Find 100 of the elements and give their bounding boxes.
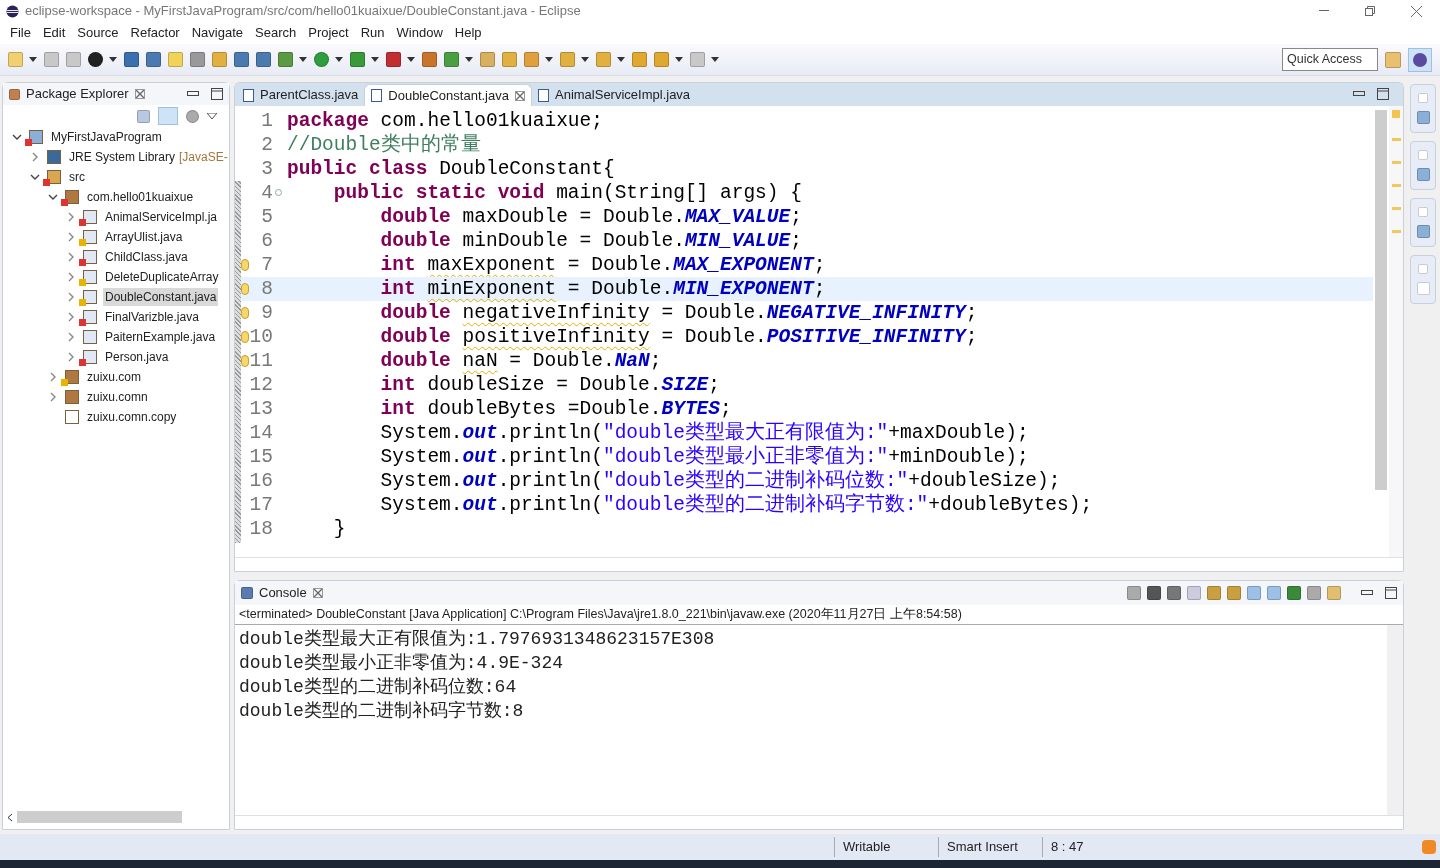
minimize-icon[interactable] [1353,91,1365,97]
menu-item[interactable]: Project [302,23,355,43]
editor-tab[interactable]: ParentClass.java [237,84,365,106]
minimized-stack[interactable] [1410,255,1436,304]
tree-item[interactable]: DoubleConstant.java [103,288,219,306]
tree-item[interactable]: com.hello01kuaixue [85,188,196,206]
minimize-window-icon[interactable] [1319,10,1329,12]
caret-icon[interactable] [545,57,553,62]
caret-icon[interactable] [407,57,415,62]
tree-item[interactable]: ChildClass.java [103,248,190,266]
java-file-icon [83,290,97,304]
console-output-line: double类型的二进制补码位数:64 [239,676,518,699]
code-line: 18 } [248,517,347,541]
tree-item[interactable]: zuixu.com [85,368,144,386]
menu-item[interactable]: Source [71,23,125,43]
restore-window-icon[interactable] [1365,6,1375,16]
tree-item-suffix: [JavaSE- [179,149,228,166]
close-tab-icon[interactable] [515,90,525,101]
tree-item[interactable]: zuixu.comn [85,388,150,406]
menu-item[interactable]: Help [448,23,488,43]
quick-access-field[interactable]: Quick Access [1282,48,1378,71]
java-file-icon [83,350,97,364]
menu-item[interactable]: Window [390,23,449,43]
line-number: 7 [260,253,273,277]
line-number: 4 [249,181,273,205]
minimized-stack[interactable] [1410,198,1436,247]
code-line: 4 public static void main(String[] args) { [241,181,1373,205]
caret-icon[interactable] [465,57,473,62]
minimize-icon[interactable] [187,91,199,97]
code-line: 9 double negativeInfinity = Double.NEGATIVE_INFINITY; [241,301,1373,325]
code-line: 15 System.out.println("double类型最小正非零值为:"+minDouble); [248,445,1030,469]
caret-icon[interactable] [711,57,719,62]
tree-item[interactable]: zuixu.comn.copy [85,408,179,426]
maximize-icon[interactable] [211,88,223,100]
restore-icon[interactable] [1418,150,1428,160]
warning-marker-icon[interactable] [1391,138,1401,141]
close-window-icon[interactable] [1411,5,1422,17]
caret-icon[interactable] [581,57,589,62]
maximize-icon[interactable] [1377,88,1389,100]
restore-icon[interactable] [1418,264,1428,274]
warning-marker-icon[interactable] [1391,230,1401,233]
menu-item[interactable]: Edit [36,23,72,43]
restore-icon[interactable] [1418,207,1428,217]
menu-item[interactable]: File [4,23,37,43]
code-line: 6 double minDouble = Double.MIN_VALUE; [241,229,1373,253]
caret-icon[interactable] [109,57,117,62]
warning-marker-icon[interactable] [1391,207,1401,210]
code-line: 13 int doubleBytes =Double.BYTES; [248,397,733,421]
line-number: 15 [249,445,273,469]
code-line: 17 System.out.println("double类型的二进制补码字节数:"+doubleBytes); [248,493,1094,517]
close-icon[interactable] [134,89,145,99]
caret-icon[interactable] [335,57,343,62]
tree-item[interactable]: MyFirstJavaProgram [49,128,164,146]
project-icon [29,130,43,144]
menu-item[interactable]: Search [249,23,303,43]
caret-icon[interactable] [675,57,683,62]
java-file-icon[interactable] [1416,282,1430,295]
caret-icon[interactable] [29,57,37,62]
menu-item[interactable]: Refactor [124,23,186,43]
close-icon[interactable] [312,588,323,598]
code-line: 12 int doubleSize = Double.SIZE; [248,373,721,397]
tree-item[interactable]: AnimalServiceImpl.ja [103,208,220,226]
code-line: 16 System.out.println("double类型的二进制补码位数:"+doubleSize); [248,469,1062,493]
restore-icon[interactable] [1418,93,1428,103]
tree-item[interactable]: ArrayUlist.java [103,228,185,246]
minimized-stack[interactable] [1410,141,1436,190]
console-output-line: double类型的二进制补码字节数:8 [239,700,525,723]
warning-marker-icon[interactable] [1391,184,1401,187]
java-file-icon [83,330,97,344]
editor-tab[interactable]: AnimalServiceImpl.java [532,84,697,106]
tree-item[interactable]: DeleteDuplicateArray [103,268,221,286]
caret-icon[interactable] [299,57,307,62]
status-field: Smart Insert [938,837,1042,857]
line-number: 9 [260,301,273,325]
line-number: 18 [249,517,273,541]
scroll-left-icon[interactable] [7,812,13,822]
warning-marker-icon[interactable] [1391,161,1401,164]
code-line: 10 double positiveInfinity = Double.POSITIVE_INFINITY; [241,325,1373,349]
code-line: 14 System.out.println("double类型最大正有限值为:"+maxDouble); [248,421,1030,445]
tree-item[interactable]: JRE System Library [67,148,178,166]
tree-item[interactable]: PaiternExample.java [103,328,218,346]
view-tab[interactable]: Console [259,583,307,603]
tree-item[interactable]: src [67,168,87,186]
code-line: 11 double naN = Double.NaN; [241,349,1373,373]
menu-item[interactable]: Navigate [185,23,249,43]
maximize-icon[interactable] [1385,587,1397,599]
view-menu-icon[interactable] [207,113,217,119]
minimize-icon[interactable] [1361,590,1373,596]
minimized-stack[interactable] [1410,84,1436,133]
editor-tab[interactable]: DoubleConstant.java [364,84,532,106]
tree-item[interactable]: Person.java [103,348,171,366]
menu-item[interactable]: Run [354,23,391,43]
vertical-scrollbar[interactable] [1387,625,1403,815]
caret-icon[interactable] [371,57,379,62]
line-number: 6 [260,229,273,253]
code-line: 7 int maxExponent = Double.MAX_EXPONENT; [241,253,1373,277]
line-number: 1 [260,109,273,133]
app-logo-icon [6,4,19,18]
caret-icon[interactable] [617,57,625,62]
tree-item[interactable]: FinalVarizble.java [103,308,201,326]
